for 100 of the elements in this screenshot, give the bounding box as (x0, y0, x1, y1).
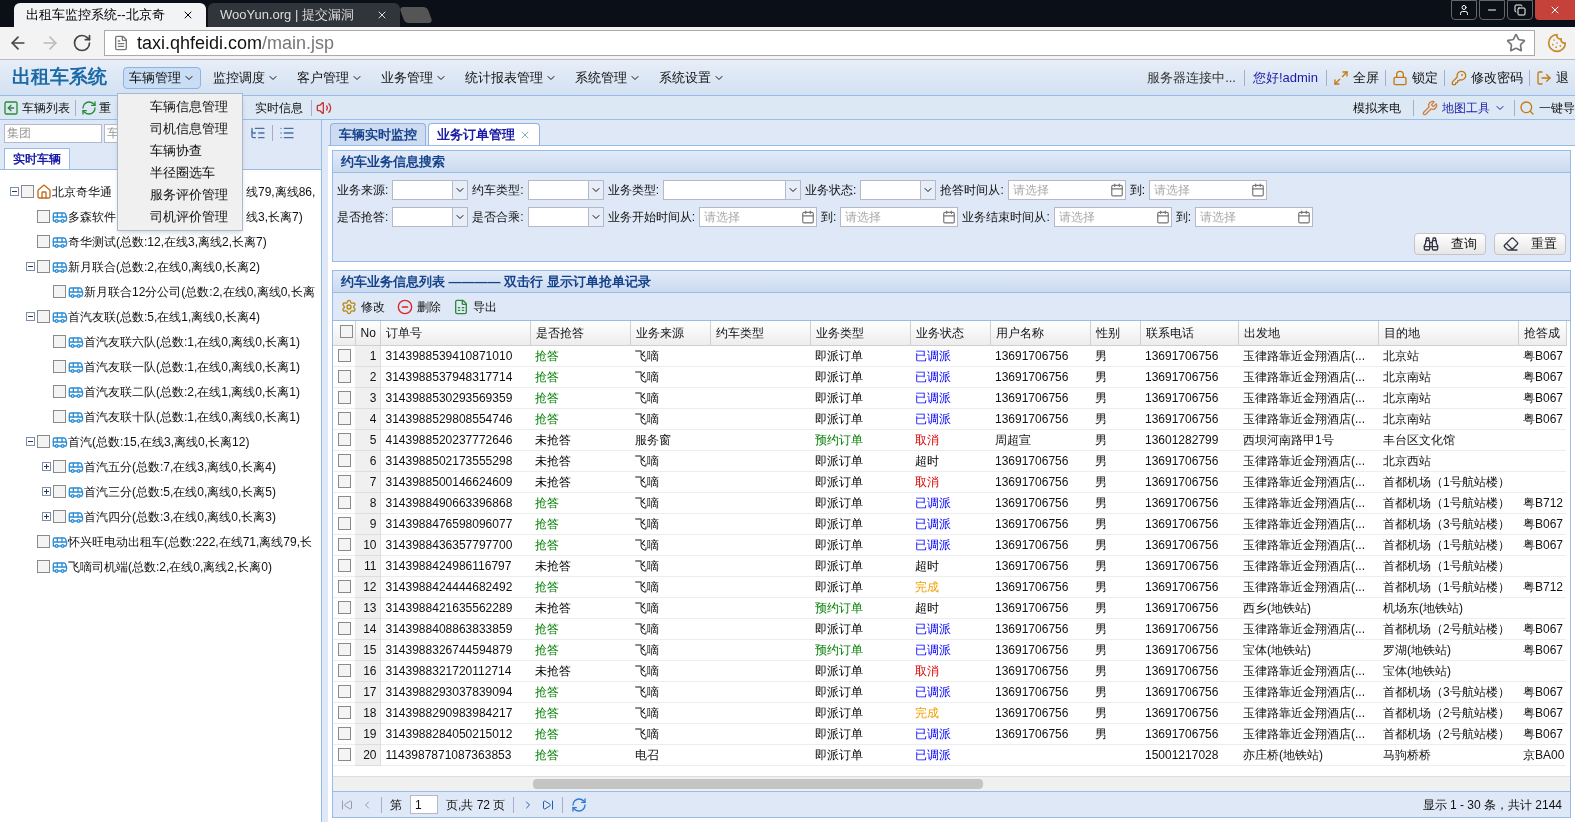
select-field[interactable] (392, 207, 469, 227)
tree-label[interactable]: 首汽友联十队(总数:1,在线0,离线0,长离1) (84, 407, 301, 426)
checkbox[interactable] (37, 535, 50, 548)
checkbox[interactable] (338, 390, 351, 404)
toolbar-button[interactable]: 模拟来电 (1345, 98, 1409, 117)
date-field[interactable]: 请选择 (840, 207, 959, 227)
browser-tab[interactable]: WooYun.org | 提交漏洞 (208, 3, 400, 27)
checkbox[interactable] (339, 325, 353, 338)
select-field[interactable] (392, 180, 469, 200)
collapse-toggle[interactable] (10, 187, 19, 196)
list-icon[interactable] (279, 125, 295, 141)
page-field[interactable]: 1 (410, 795, 438, 814)
column-header[interactable]: 业务状态 (910, 321, 990, 346)
date-field[interactable]: 请选择 (1053, 207, 1172, 227)
date-field[interactable]: 请选择 (1007, 180, 1126, 200)
checkbox[interactable] (53, 335, 66, 348)
column-header[interactable]: 业务来源 (630, 321, 710, 346)
tree-label[interactable]: 首汽友联一队(总数:1,在线0,离线0,长离1) (84, 357, 301, 376)
refresh-icon[interactable] (571, 796, 588, 813)
column-header[interactable]: 出发地 (1238, 321, 1378, 346)
profile-button[interactable] (1451, 0, 1477, 20)
checkbox[interactable] (53, 485, 66, 498)
tree-label[interactable]: 首汽五分(总数:7,在线3,离线0,长离4) (84, 457, 277, 476)
tree-label[interactable]: 线3,长离7) (246, 207, 303, 226)
checkbox[interactable] (338, 348, 351, 362)
speaker-icon[interactable] (316, 99, 332, 116)
toolbar-button[interactable]: 实时信息 (251, 98, 307, 117)
column-header[interactable]: 抢答成 (1518, 321, 1566, 346)
calendar-icon[interactable] (1251, 183, 1266, 197)
close-icon[interactable] (376, 9, 388, 21)
date-field[interactable]: 请选择 (1195, 207, 1314, 227)
menu-item[interactable]: 车辆信息管理 (118, 96, 242, 118)
header-action[interactable]: 退 (1536, 67, 1569, 88)
calendar-icon[interactable] (1155, 210, 1170, 224)
menu-item[interactable]: 司机评价管理 (118, 206, 242, 228)
checkbox[interactable] (53, 510, 66, 523)
query-button[interactable]: 查询 (1414, 233, 1486, 255)
select-field[interactable] (860, 180, 937, 200)
tree-label[interactable]: 首汽友联(总数:5,在线1,离线0,长离4) (68, 307, 261, 326)
nav-menu[interactable]: 统计报表管理 (459, 66, 563, 89)
column-header[interactable]: 联系电话 (1140, 321, 1238, 346)
tree-label[interactable]: 奇华测试(总数:12,在线3,离线2,长离7) (68, 232, 267, 251)
content-tab[interactable]: 车辆实时监控 (330, 123, 426, 145)
tree-label[interactable]: 首汽友联二队(总数:2,在线1,离线0,长离1) (84, 382, 301, 401)
toolbar-button[interactable]: 车辆列表 (3, 98, 70, 117)
date-field[interactable]: 请选择 (1149, 180, 1268, 200)
collapse-toggle[interactable] (26, 312, 35, 321)
menu-item[interactable]: 服务评价管理 (118, 184, 242, 206)
checkbox[interactable] (338, 579, 351, 593)
reset-button[interactable]: 重置 (1494, 233, 1566, 255)
collapse-toggle[interactable] (26, 437, 35, 446)
tree-label[interactable]: 多森软件 (68, 207, 116, 226)
column-header[interactable]: 订单号 (380, 321, 530, 346)
checkbox[interactable] (338, 369, 351, 383)
checkbox[interactable] (338, 495, 351, 509)
address-field[interactable]: taxi.qhfeidi.com/main.jsp (104, 30, 1535, 56)
content-tab[interactable]: 业务订单管理 (428, 123, 540, 145)
checkbox[interactable] (338, 432, 351, 446)
select-field[interactable] (527, 207, 604, 227)
checkbox[interactable] (21, 185, 34, 198)
tree-label[interactable]: 首汽三分(总数:5,在线0,离线0,长离5) (84, 482, 277, 501)
checkbox[interactable] (37, 310, 50, 323)
header-action[interactable]: 锁定 (1392, 67, 1438, 88)
menu-item[interactable]: 半径圈选车 (118, 162, 242, 184)
star-icon[interactable] (1506, 33, 1526, 53)
column-header[interactable]: 性别 (1090, 321, 1140, 346)
checkbox[interactable] (338, 474, 351, 488)
date-field[interactable]: 请选择 (699, 207, 818, 227)
nav-menu[interactable]: 业务管理 (375, 66, 453, 89)
nav-menu[interactable]: 系统管理 (569, 66, 647, 89)
new-tab-button[interactable] (399, 7, 433, 23)
checkbox[interactable] (338, 726, 351, 740)
expand-toggle[interactable] (42, 487, 51, 496)
toolbar-button[interactable]: 一键导 (1519, 98, 1575, 117)
checkbox[interactable] (37, 435, 50, 448)
checkbox[interactable] (53, 460, 66, 473)
nav-menu[interactable]: 系统设置 (653, 66, 731, 89)
checkbox[interactable] (338, 747, 351, 761)
checkbox[interactable] (53, 360, 66, 373)
expand-toggle[interactable] (42, 512, 51, 521)
checkbox[interactable] (53, 410, 66, 423)
collapse-toggle[interactable] (26, 262, 35, 271)
scrollbar-thumb[interactable] (533, 779, 983, 789)
calendar-icon[interactable] (1109, 183, 1124, 197)
minimize-button[interactable] (1479, 0, 1505, 20)
greeting-link[interactable]: 您好!admin (1252, 67, 1318, 88)
panel-tab[interactable]: 实时车辆 (4, 148, 70, 169)
tree-label[interactable]: 首汽友联六队(总数:1,在线0,离线0,长离1) (84, 332, 301, 351)
tree-label[interactable]: 新月联合12分公司(总数:2,在线0,离线0,长离 (84, 282, 315, 301)
tree-label[interactable]: 飞嘀司机端(总数:2,在线0,离线2,长离0) (68, 557, 273, 576)
checkbox[interactable] (53, 385, 66, 398)
group-field[interactable]: 集团 (4, 123, 102, 143)
map-tools-button[interactable]: 地图工具 (1418, 98, 1510, 117)
calendar-icon[interactable] (801, 210, 816, 224)
tree-label[interactable]: 线79,离线86, (246, 182, 316, 201)
list-action[interactable]: 删除 (397, 297, 441, 316)
checkbox[interactable] (338, 705, 351, 719)
list-action[interactable]: 导出 (453, 297, 497, 316)
select-field[interactable] (663, 180, 802, 200)
checkbox[interactable] (338, 516, 351, 530)
